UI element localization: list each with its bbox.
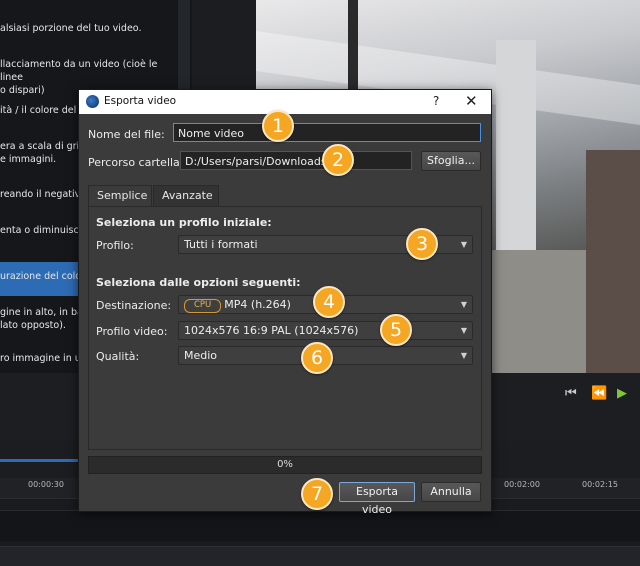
cpu-badge: CPU [184,299,222,313]
annotation-badge-3: 3 [406,228,438,260]
filename-label: Nome del file: [88,128,165,141]
tab-simple[interactable]: Semplice [88,185,152,206]
timeline-track[interactable] [0,510,640,541]
folder-input[interactable]: D:/Users/parsi/Downloads [180,151,412,170]
folder-label: Percorso cartella: [88,156,184,169]
cancel-button[interactable]: Annulla [421,482,481,502]
chevron-down-icon: ▼ [460,351,467,360]
annotation-badge-7: 7 [301,478,333,510]
quality-label: Qualità: [96,350,140,363]
annotation-badge-2: 2 [322,144,354,176]
export-progress-text: 0% [277,459,293,470]
rewind-icon[interactable]: ⏪ [591,386,607,401]
close-button[interactable]: ✕ [465,92,478,110]
tab-advanced[interactable]: Avanzate [153,185,219,206]
timeline-track[interactable] [0,546,640,566]
timeline-tick: 00:02:15 [582,480,618,489]
export-progress-bar: 0% [88,456,482,474]
annotation-badge-5: 5 [380,314,412,346]
help-button[interactable]: ? [433,94,439,108]
chevron-down-icon: ▼ [460,326,467,335]
effect-item[interactable]: alsiasi porzione del tuo video. [0,22,176,35]
app-logo-icon [86,95,99,108]
dialog-titlebar: Esporta video ? ✕ [79,90,491,114]
export-button[interactable]: Esporta video [339,482,415,516]
quality-select-value: Medio [184,349,218,362]
chevron-down-icon: ▼ [460,240,467,249]
annotation-badge-1: 1 [262,110,294,142]
jump-start-icon[interactable]: ⏮ [565,386,577,401]
filename-input[interactable]: Nome video [173,123,481,142]
timeline-progress [0,459,90,462]
profile-select-value: Tutti i formati [184,238,258,251]
section-options-title: Seleziona dalle opzioni seguenti: [96,276,301,289]
section-initial-profile-title: Seleziona un profilo iniziale: [96,216,272,229]
export-dialog: Esporta video ? ✕ Nome del file: Nome vi… [78,89,492,516]
timeline-tick: 00:00:30 [28,480,64,489]
dialog-title: Esporta video [104,95,177,107]
destination-label: Destinazione: [96,299,172,312]
annotation-badge-6: 6 [301,342,333,374]
video-person [586,150,640,373]
play-icon[interactable]: ▶ [617,386,627,401]
chevron-down-icon: ▼ [460,300,467,309]
video-profile-select-value: 1024x576 16:9 PAL (1024x576) [184,324,359,337]
timeline-tick: 00:02:00 [504,480,540,489]
video-profile-label: Profilo video: [96,325,168,338]
profile-label: Profilo: [96,239,134,252]
browse-button[interactable]: Sfoglia... [421,151,481,171]
video-profile-select[interactable]: 1024x576 16:9 PAL (1024x576) ▼ [178,321,473,340]
destination-select-value: MP4 (h.264) [224,298,291,311]
annotation-badge-4: 4 [313,286,345,318]
